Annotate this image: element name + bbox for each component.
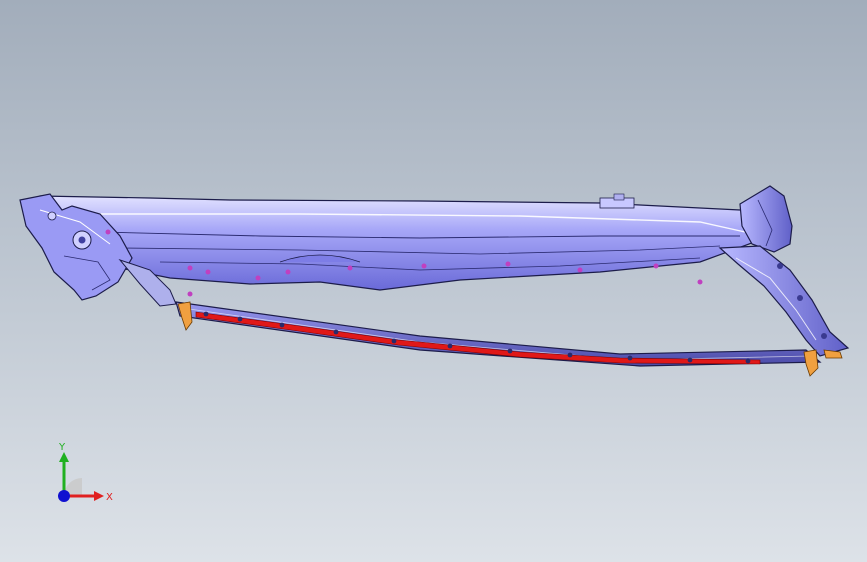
coordinate-triad-icon: Y X xyxy=(58,442,113,503)
y-axis-label: Y xyxy=(58,442,66,453)
z-axis-dot xyxy=(58,490,70,502)
cad-3d-model[interactable] xyxy=(0,0,867,562)
cad-graphics-viewport[interactable]: Y X xyxy=(0,0,867,562)
lower-sill-rail[interactable] xyxy=(175,301,822,367)
orange-clips[interactable] xyxy=(177,301,843,377)
x-axis-label: X xyxy=(106,492,113,503)
